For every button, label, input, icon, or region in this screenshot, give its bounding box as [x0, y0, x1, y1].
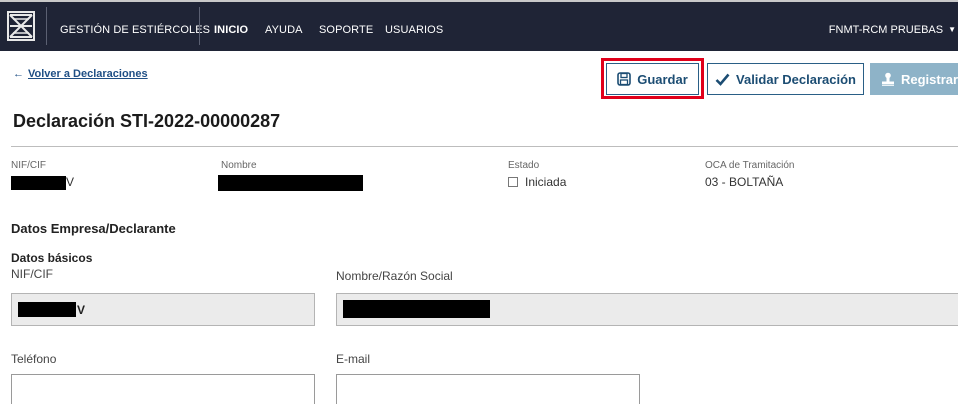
- summary-oca-label: OCA de Tramitación: [705, 160, 795, 171]
- summary-status-label: Estado: [508, 160, 540, 171]
- nav-item-usuarios[interactable]: USUARIOS: [385, 24, 443, 36]
- phone-input[interactable]: [11, 374, 315, 404]
- stamp-icon: [881, 72, 895, 86]
- nav-item-soporte[interactable]: SOPORTE: [319, 24, 373, 36]
- redacted-business-name: [343, 300, 490, 318]
- email-input[interactable]: [336, 374, 640, 404]
- nif-field-label: NIF/CIF: [11, 267, 53, 281]
- status-text: Iniciada: [525, 175, 567, 189]
- navbar-separator: [46, 7, 47, 45]
- navbar-separator: [199, 7, 200, 45]
- business-name-label: Nombre/Razón Social: [336, 269, 453, 283]
- arrow-left-icon: ←: [13, 68, 24, 80]
- page-title: Declaración STI-2022-00000287: [13, 111, 281, 131]
- summary-nif-label: NIF/CIF: [11, 160, 46, 171]
- save-button[interactable]: Guardar: [606, 63, 699, 95]
- nav-app-name[interactable]: GESTIÓN DE ESTIÉRCOLES: [60, 24, 210, 36]
- nif-field-suffix: V: [77, 303, 86, 317]
- caret-down-icon: ▼: [948, 25, 956, 34]
- register-button-label: Registrar: [901, 71, 958, 87]
- status-checkbox-icon: [508, 177, 518, 187]
- register-button[interactable]: Registrar: [870, 63, 958, 95]
- back-to-declarations-link[interactable]: ← Volver a Declaraciones: [13, 68, 148, 80]
- save-icon: [617, 72, 632, 86]
- summary-oca-value: 03 - BOLTAÑA: [705, 175, 784, 189]
- top-navbar: GESTIÓN DE ESTIÉRCOLES INICIO AYUDA SOPO…: [0, 0, 958, 51]
- check-icon: [715, 73, 730, 86]
- subsection-title: Datos básicos: [11, 251, 93, 265]
- back-link-label: Volver a Declaraciones: [28, 68, 148, 80]
- validate-declaration-button[interactable]: Validar Declaración: [707, 63, 864, 95]
- save-button-label: Guardar: [637, 71, 688, 87]
- validate-button-label: Validar Declaración: [736, 71, 856, 87]
- nav-item-inicio[interactable]: INICIO: [214, 24, 248, 36]
- redacted-name: [218, 175, 363, 191]
- email-field-label: E-mail: [336, 352, 371, 366]
- summary-nif-suffix: V: [66, 175, 75, 189]
- navbar-top-line: [0, 0, 958, 2]
- title-divider: [11, 146, 958, 147]
- redacted-nif-field: [18, 302, 76, 317]
- nav-item-ayuda[interactable]: AYUDA: [265, 24, 303, 36]
- user-name: FNMT-RCM PRUEBAS: [828, 24, 944, 36]
- summary-name-label: Nombre: [221, 160, 257, 171]
- user-menu[interactable]: FNMT-RCM PRUEBAS ▼: [829, 24, 956, 36]
- redacted-nif: [11, 176, 66, 190]
- phone-field-label: Teléfono: [11, 352, 57, 366]
- section-title: Datos Empresa/Declarante: [11, 221, 176, 236]
- summary-status-value: Iniciada: [508, 175, 566, 189]
- app-logo-icon[interactable]: [7, 11, 35, 41]
